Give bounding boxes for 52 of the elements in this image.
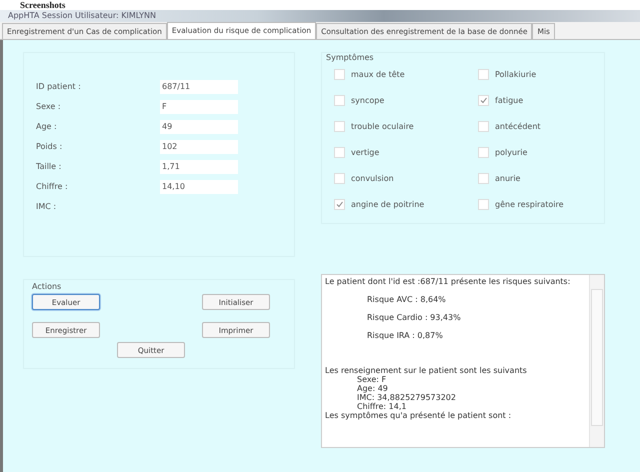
checkbox[interactable] <box>478 198 489 210</box>
input-field[interactable]: 49 <box>160 120 238 134</box>
input-field[interactable]: 14,10 <box>160 180 238 194</box>
checkbox-label: syncope <box>351 96 384 104</box>
checkbox-label: Pollakiurie <box>495 70 536 78</box>
field-label: Poids : <box>36 142 64 151</box>
result-line: Chiffre: 14,1 <box>356 402 408 411</box>
input-field[interactable]: 1,71 <box>160 160 238 174</box>
document-heading: Screenshots <box>19 0 66 10</box>
result-line: Sexe: F <box>356 375 388 384</box>
result-line: Le patient dont l'id est :687/11 présente les risques suivants: <box>325 277 572 286</box>
checkbox[interactable] <box>334 172 345 184</box>
result-line: Les symptômes qu'a présenté le patient sont : <box>325 411 512 420</box>
field-label: Sexe : <box>36 102 62 111</box>
checkbox[interactable] <box>334 68 345 80</box>
checkbox-label: maux de tête <box>351 70 405 78</box>
checkbox[interactable] <box>334 146 345 158</box>
group-title: Symptômes <box>326 53 375 62</box>
checkbox[interactable] <box>334 94 345 106</box>
result-line: IMC: 34,8825279573202 <box>356 393 457 402</box>
checkbox-label: antécédent <box>495 122 541 130</box>
checkbox[interactable] <box>334 120 345 132</box>
field-label: ID patient : <box>36 82 82 91</box>
input-field[interactable]: 102 <box>160 140 238 154</box>
checkbox-label: vertige <box>351 148 380 156</box>
field-label: Age : <box>36 122 58 131</box>
checkbox-label: polyurie <box>495 148 528 156</box>
field-label: Chiffre : <box>36 182 69 191</box>
scrollbar[interactable] <box>589 275 604 447</box>
group-title: Actions <box>32 282 62 291</box>
result-line: Les renseignement sur le patient sont les suivants <box>325 366 528 375</box>
checkbox[interactable] <box>478 94 489 106</box>
checkbox-label: angine de poitrine <box>351 200 424 208</box>
checkbox[interactable] <box>478 146 489 158</box>
checkbox[interactable] <box>478 120 489 132</box>
checkbox-label: gêne respiratoire <box>495 200 564 208</box>
checkbox-label: anurie <box>495 174 520 182</box>
result-line: Risque IRA : 0,87% <box>366 331 444 340</box>
checkbox-label: trouble oculaire <box>351 122 414 130</box>
field-label: Taille : <box>36 162 62 171</box>
checkbox-label: fatigue <box>495 96 524 104</box>
checkbox[interactable] <box>478 68 489 80</box>
checkbox-label: convulsion <box>351 174 394 182</box>
checkbox[interactable] <box>478 172 489 184</box>
result-line: Risque AVC : 8,64% <box>366 295 447 304</box>
result-line: Age: 49 <box>356 384 389 393</box>
checkbox[interactable] <box>334 198 345 210</box>
window-title: AppHTA Session Utilisateur: KIMLYNN <box>8 11 156 20</box>
field-label: IMC : <box>36 202 58 211</box>
input-field[interactable]: F <box>160 100 238 114</box>
result-line: Risque Cardio : 93,43% <box>366 313 462 322</box>
input-field[interactable]: 687/11 <box>160 80 238 94</box>
